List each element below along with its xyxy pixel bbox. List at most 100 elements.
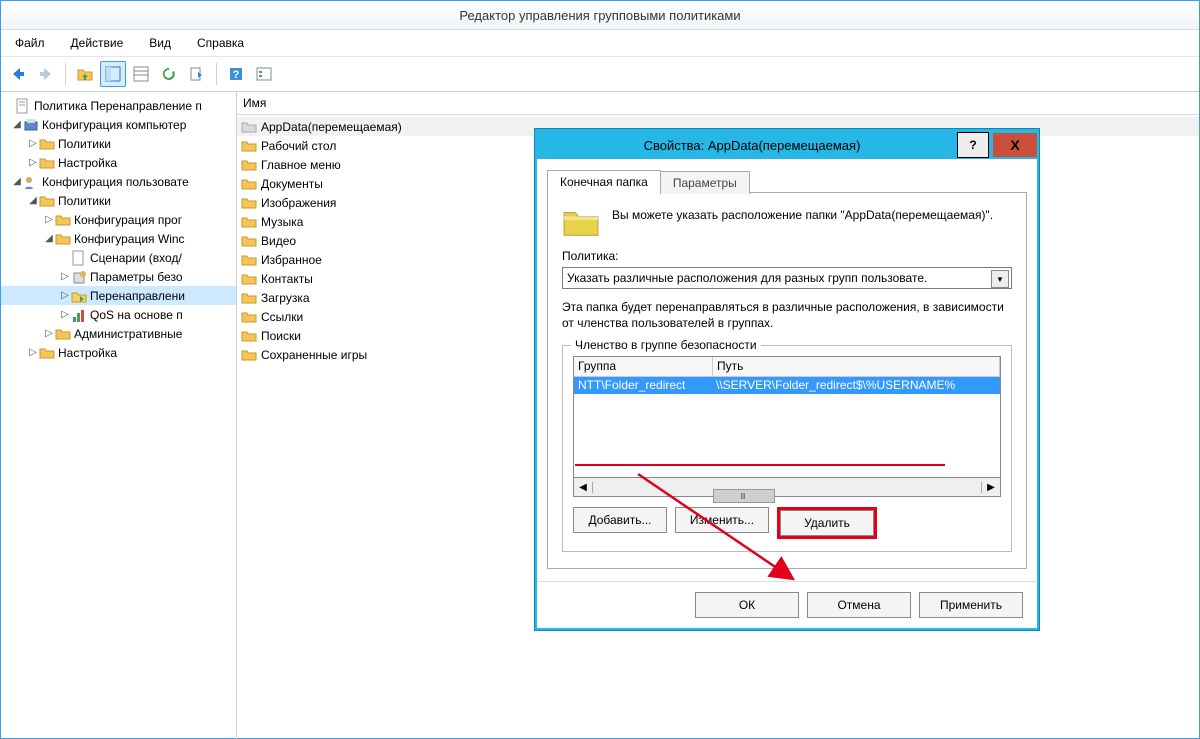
tree-item-label: Параметры безо [90,270,183,284]
apply-button[interactable]: Применить [919,592,1023,618]
tree-item-label: Настройка [58,346,117,360]
tree-item[interactable]: ▷Административные [1,324,236,343]
back-icon[interactable] [5,61,31,87]
tree-item-label: Конфигурация пользовате [42,175,189,189]
horizontal-scrollbar[interactable]: ◀ Ⅲ ▶ [573,478,1001,497]
close-button[interactable]: X [993,133,1037,157]
list-item-label: Рабочий стол [261,139,336,153]
tree-item[interactable]: ◢Политики [1,191,236,210]
dialog-buttons: ОК Отмена Применить [537,581,1037,628]
edit-button[interactable]: Изменить... [675,507,769,533]
tree-item[interactable]: ◢Конфигурация Winc [1,229,236,248]
tree-item[interactable]: ▷Настройка [1,153,236,172]
svg-text:?: ? [233,69,240,81]
tab-strip: Конечная папка Параметры [547,169,1027,193]
tree-item-label: Конфигурация прог [74,213,182,227]
list-item-label: Музыка [261,215,303,229]
list-item-label: Избранное [261,253,322,267]
properties-dialog: Свойства: AppData(перемещаемая) ? X Коне… [535,129,1039,630]
col-group[interactable]: Группа [574,357,713,376]
list-item-label: Контакты [261,272,313,286]
policy-select[interactable]: Указать различные расположения для разны… [562,267,1012,289]
tree-item[interactable]: ▷Параметры безо [1,267,236,286]
refresh-icon[interactable] [156,61,182,87]
folder-icon [562,207,600,239]
tab-settings[interactable]: Параметры [660,171,750,194]
window-title-text: Редактор управления групповыми политикам… [459,8,740,23]
table-header: Группа Путь [574,357,1000,377]
policy-label: Политика: [562,249,1012,263]
list-item-label: Поиски [261,329,301,343]
policy-description: Эта папка будет перенаправляться в разли… [562,299,1012,331]
tree-item-label: Политики [58,137,111,151]
list-item-label: Видео [261,234,296,248]
dropdown-arrow-icon: ▼ [991,270,1009,288]
security-group-box: Членство в группе безопасности Группа Пу… [562,345,1012,552]
tree-item[interactable]: ▷Настройка [1,343,236,362]
toolbar: ? [1,57,1199,92]
menu-file[interactable]: Файл [9,34,51,52]
folder-icon [241,290,257,306]
tree-item-label: Настройка [58,156,117,170]
ok-button[interactable]: ОК [695,592,799,618]
group-table[interactable]: Группа Путь NTT\Folder_redirect \\SERVER… [573,356,1001,478]
folder-icon [241,233,257,249]
scroll-left-icon[interactable]: ◀ [574,482,593,493]
help-button[interactable]: ? [957,132,989,158]
folder-icon [241,214,257,230]
folder-icon [241,195,257,211]
filter-icon[interactable] [251,61,277,87]
tree-item[interactable]: ▷Конфигурация прог [1,210,236,229]
tree-view[interactable]: Политика Перенаправление п ◢Конфигурация… [1,92,237,739]
folder-icon [241,176,257,192]
table-row[interactable]: NTT\Folder_redirect \\SERVER\Folder_redi… [574,377,1000,394]
tree-item-selected[interactable]: ▷Перенаправлени [1,286,236,305]
toolbar-separator [65,63,66,85]
cell-group: NTT\Folder_redirect [574,377,712,394]
forward-icon[interactable] [33,61,59,87]
tree-item[interactable]: ◢Конфигурация пользовате [1,172,236,191]
col-path[interactable]: Путь [713,357,1000,376]
add-button[interactable]: Добавить... [573,507,667,533]
tree-item[interactable]: ▷Политики [1,134,236,153]
tree-item[interactable]: ◢Конфигурация компьютер [1,115,236,134]
menu-help[interactable]: Справка [191,34,250,52]
policy-value: Указать различные расположения для разны… [567,271,927,285]
dialog-titlebar: Свойства: AppData(перемещаемая) ? X [537,131,1037,159]
dialog-title: Свойства: AppData(перемещаемая) [547,138,957,153]
delete-button[interactable]: Удалить [780,510,874,536]
annotation-underline [575,464,945,466]
scroll-thumb[interactable]: Ⅲ [713,489,775,503]
tree-item[interactable]: ▷QoS на основе п [1,305,236,324]
toolbar-separator [216,63,217,85]
folder-icon [241,119,257,135]
tree-root[interactable]: Политика Перенаправление п [1,96,236,115]
list-item-label: Главное меню [261,158,341,172]
folder-icon [241,347,257,363]
show-tree-icon[interactable] [100,61,126,87]
details-icon[interactable] [128,61,154,87]
list-header-name[interactable]: Имя [237,92,1199,115]
cancel-button[interactable]: Отмена [807,592,911,618]
help-icon[interactable]: ? [223,61,249,87]
tree-item-label: Сценарии (вход/ [90,251,182,265]
tab-target[interactable]: Конечная папка [547,170,661,193]
export-icon[interactable] [184,61,210,87]
folder-icon [241,309,257,325]
tree-item[interactable]: Сценарии (вход/ [1,248,236,267]
folder-icon [241,252,257,268]
list-item-label: Ссылки [261,310,303,324]
menu-action[interactable]: Действие [65,34,130,52]
scroll-right-icon[interactable]: ▶ [981,482,1000,493]
tree-item-label: Политика Перенаправление п [34,99,202,113]
list-item-label: Документы [261,177,323,191]
tree-item-label: QoS на основе п [90,308,183,322]
group-legend: Членство в группе безопасности [571,338,761,352]
tab-content: Вы можете указать расположение папки "Ap… [547,193,1027,569]
list-item-label: Изображения [261,196,336,210]
folder-icon [241,138,257,154]
cell-path: \\SERVER\Folder_redirect$\%USERNAME% [712,377,1000,394]
folder-up-icon[interactable] [72,61,98,87]
list-item-label: Сохраненные игры [261,348,367,362]
menu-view[interactable]: Вид [143,34,177,52]
